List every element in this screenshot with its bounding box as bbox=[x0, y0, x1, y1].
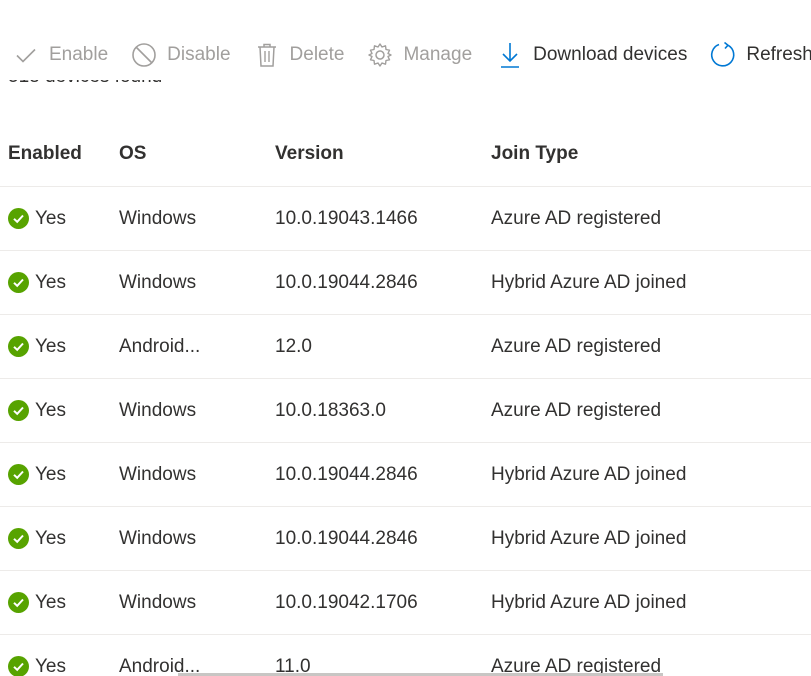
gear-icon bbox=[366, 41, 394, 69]
join-type-cell: Azure AD registered bbox=[491, 399, 662, 421]
column-header-os[interactable]: OS bbox=[119, 122, 264, 186]
os-cell: Android... bbox=[119, 655, 201, 676]
download-icon bbox=[496, 41, 524, 69]
join-type-cell: Hybrid Azure AD joined bbox=[491, 527, 687, 549]
enabled-value: Yes bbox=[35, 463, 66, 485]
download-devices-label: Download devices bbox=[533, 44, 688, 65]
block-icon bbox=[130, 41, 158, 69]
os-cell: Windows bbox=[119, 591, 197, 613]
enabled-value: Yes bbox=[35, 527, 66, 549]
enable-button[interactable]: Enable bbox=[12, 35, 108, 75]
devices-page: 518 devices found Enable Disable Delete bbox=[0, 0, 811, 676]
version-cell: 10.0.19042.1706 bbox=[275, 591, 418, 613]
version-cell: 11.0 bbox=[275, 655, 311, 676]
column-header-enabled[interactable]: Enabled bbox=[8, 122, 108, 186]
devices-table: Enabled OS Version Join Type Yes Windows 1… bbox=[0, 122, 811, 676]
manage-label: Manage bbox=[403, 44, 473, 65]
join-type-cell: Hybrid Azure AD joined bbox=[491, 271, 687, 293]
delete-button[interactable]: Delete bbox=[253, 35, 345, 75]
os-cell: Windows bbox=[119, 399, 197, 421]
version-cell: 10.0.19044.2846 bbox=[275, 463, 418, 485]
table-row[interactable]: Yes Windows 10.0.19044.2846 Hybrid Azure AD… bbox=[0, 507, 811, 571]
version-cell: 10.0.18363.0 bbox=[275, 399, 386, 421]
join-type-cell: Azure AD registered bbox=[491, 207, 662, 229]
enabled-cell: Yes bbox=[8, 251, 108, 314]
trash-icon bbox=[253, 41, 281, 69]
column-header-join-type[interactable]: Join Type bbox=[491, 122, 811, 186]
check-circle-icon bbox=[8, 400, 29, 421]
check-circle-icon bbox=[8, 272, 29, 293]
enabled-cell: Yes bbox=[8, 315, 108, 378]
enabled-value: Yes bbox=[35, 591, 66, 613]
check-circle-icon bbox=[8, 208, 29, 229]
os-cell: Windows bbox=[119, 463, 197, 485]
enabled-value: Yes bbox=[35, 655, 66, 676]
enabled-cell: Yes bbox=[8, 507, 108, 570]
table-row[interactable]: Yes Windows 10.0.19044.2846 Hybrid Azure AD… bbox=[0, 443, 811, 507]
table-row[interactable]: Yes Windows 10.0.18363.0 Azure AD registere… bbox=[0, 379, 811, 443]
join-type-cell: Azure AD registered bbox=[491, 335, 662, 357]
os-cell: Windows bbox=[119, 207, 197, 229]
version-cell: 10.0.19044.2846 bbox=[275, 271, 418, 293]
table-row[interactable]: Yes Android... 11.0 Azure AD registered bbox=[0, 635, 811, 676]
enabled-value: Yes bbox=[35, 399, 66, 421]
command-bar: Enable Disable Delete Manage Download de… bbox=[0, 30, 811, 80]
join-type-cell: Azure AD registered bbox=[491, 655, 662, 676]
disable-button[interactable]: Disable bbox=[130, 35, 231, 75]
enabled-value: Yes bbox=[35, 335, 66, 357]
check-circle-icon bbox=[8, 528, 29, 549]
refresh-label: Refresh bbox=[746, 44, 811, 65]
table-body: Yes Windows 10.0.19043.1466 Azure AD regist… bbox=[0, 187, 811, 676]
enabled-cell: Yes bbox=[8, 635, 108, 676]
join-type-cell: Hybrid Azure AD joined bbox=[491, 463, 687, 485]
join-type-cell: Hybrid Azure AD joined bbox=[491, 591, 687, 613]
enabled-cell: Yes bbox=[8, 571, 108, 634]
table-header: Enabled OS Version Join Type bbox=[0, 122, 811, 187]
enabled-cell: Yes bbox=[8, 379, 108, 442]
table-row[interactable]: Yes Windows 10.0.19042.1706 Hybrid Azure AD… bbox=[0, 571, 811, 635]
enabled-value: Yes bbox=[35, 207, 66, 229]
version-cell: 12.0 bbox=[275, 335, 312, 357]
check-circle-icon bbox=[8, 592, 29, 613]
refresh-button[interactable]: Refresh bbox=[709, 35, 811, 75]
version-cell: 10.0.19043.1466 bbox=[275, 207, 418, 229]
check-circle-icon bbox=[8, 656, 29, 676]
enabled-cell: Yes bbox=[8, 443, 108, 506]
refresh-icon bbox=[709, 41, 737, 69]
enabled-cell: Yes bbox=[8, 187, 108, 250]
table-row[interactable]: Yes Windows 10.0.19043.1466 Azure AD regist… bbox=[0, 187, 811, 251]
os-cell: Windows bbox=[119, 527, 197, 549]
enabled-value: Yes bbox=[35, 271, 66, 293]
table-row[interactable]: Yes Windows 10.0.19044.2846 Hybrid Azure AD… bbox=[0, 251, 811, 315]
manage-button[interactable]: Manage bbox=[366, 35, 472, 75]
check-circle-icon bbox=[8, 464, 29, 485]
checkmark-icon bbox=[12, 41, 40, 69]
table-row[interactable]: Yes Android... 12.0 Azure AD registered bbox=[0, 315, 811, 379]
os-cell: Android... bbox=[119, 335, 201, 357]
os-cell: Windows bbox=[119, 271, 197, 293]
delete-label: Delete bbox=[289, 44, 345, 65]
check-circle-icon bbox=[8, 336, 29, 357]
column-header-version[interactable]: Version bbox=[275, 122, 480, 186]
disable-label: Disable bbox=[167, 44, 231, 65]
download-devices-button[interactable]: Download devices bbox=[496, 35, 687, 75]
enable-label: Enable bbox=[49, 44, 109, 65]
version-cell: 10.0.19044.2846 bbox=[275, 527, 418, 549]
